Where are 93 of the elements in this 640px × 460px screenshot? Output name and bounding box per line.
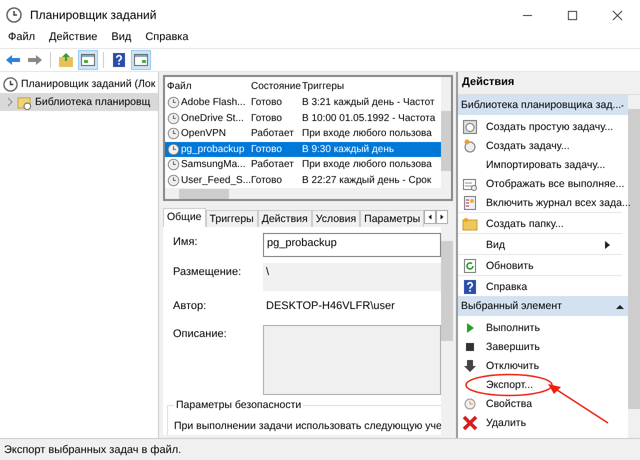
field-label: Имя: <box>172 235 198 250</box>
tab-scroll-left-icon[interactable] <box>424 210 436 224</box>
vertical-scrollbar[interactable] <box>628 95 640 438</box>
task-row[interactable]: SamsungMa... Работает При входе любого пользова <box>165 157 441 173</box>
task-name: Adobe Flash... <box>181 97 246 108</box>
vertical-scrollbar[interactable] <box>441 227 453 435</box>
task-row[interactable]: OpenVPN Работает При входе любого пользова <box>165 126 441 142</box>
task-status: Готово <box>250 112 283 124</box>
action-item[interactable]: Обновить <box>486 260 534 272</box>
task-status: Работает <box>250 159 295 170</box>
section-title: Библиотека планировщика зад... <box>461 99 622 111</box>
task-name: OpenVPN <box>181 128 226 140</box>
action-item[interactable]: Отображать все выполняе... <box>486 178 624 190</box>
column-header[interactable]: Состояние <box>249 80 300 92</box>
action-item[interactable]: Включить журнал всех зада... <box>486 196 631 208</box>
task-trigger: В 3:21 каждый день - Частот <box>301 97 436 108</box>
log-list-icon <box>462 194 478 210</box>
task-row[interactable]: User_Feed_S...Готово В 22:27 каждый день - Срок <box>165 172 441 188</box>
task-row[interactable]: Adobe Flash... Готово В 3:21 каждый день - Частот <box>165 95 441 111</box>
security-text: При выполнении задачи использовать следующую уче <box>174 420 441 432</box>
location-field: \ <box>263 263 441 291</box>
section-title: Выбранный элемент <box>461 300 562 312</box>
field-label: Размещение: <box>172 265 242 280</box>
task-name: User_Feed_S... <box>181 174 252 186</box>
author-value: DESKTOP-H46VLFR\user <box>265 299 396 314</box>
column-header[interactable]: Триггеры <box>300 80 441 92</box>
tree-item[interactable]: Библиотека планировщ <box>0 93 158 111</box>
panel-title: Действия <box>458 72 640 95</box>
action-item[interactable]: Создать папку... <box>486 218 564 230</box>
task-status: Работает <box>250 128 295 140</box>
tab[interactable]: Действия <box>258 210 312 227</box>
tree-label: Планировщик заданий (Лок <box>21 78 156 90</box>
column-header[interactable]: Файл <box>165 80 249 92</box>
description-field[interactable] <box>263 325 441 395</box>
tab-scroll-right-icon[interactable] <box>436 210 448 224</box>
section-header[interactable]: Библиотека планировщика зад... <box>458 95 628 115</box>
menu-item[interactable]: Справка <box>145 31 188 43</box>
tab[interactable]: Условия <box>312 210 360 227</box>
tree-item[interactable]: Планировщик заданий (Лок <box>0 75 158 93</box>
menu-item[interactable]: Файл <box>8 31 36 43</box>
task-name: SamsungMa... <box>181 159 246 170</box>
status-bar: Экспорт выбранных задач в файл. <box>0 438 640 460</box>
tab[interactable]: Триггеры <box>206 210 258 227</box>
folder-icon <box>462 216 478 232</box>
action-item[interactable]: Импортировать задачу... <box>486 158 606 170</box>
task-trigger: В 10:00 01.05.1992 - Частота <box>301 112 436 124</box>
action-item[interactable]: Завершить <box>486 340 540 352</box>
menu-item[interactable]: Действие <box>49 31 98 43</box>
task-status: Готово <box>250 144 283 155</box>
help-icon <box>462 278 478 294</box>
panel-icon[interactable] <box>132 51 150 69</box>
name-field[interactable]: pg_probackup <box>263 233 441 257</box>
task-row[interactable]: pg_probackup Готово В 9:30 каждый день <box>165 142 441 158</box>
action-item[interactable]: Создать простую задачу... <box>486 120 614 132</box>
action-item[interactable]: Удалить <box>486 416 526 428</box>
tab[interactable]: Общие <box>163 208 206 227</box>
task-status: Готово <box>250 97 283 108</box>
field-label: Автор: <box>172 299 208 314</box>
folder-clock-icon <box>17 94 32 110</box>
task-trigger: В 9:30 каждый день <box>301 144 396 155</box>
expand-chevron-icon[interactable] <box>6 97 14 107</box>
tab[interactable]: Параметры <box>360 210 424 227</box>
collapse-arrow-icon[interactable] <box>616 304 624 308</box>
down-arrow-icon <box>462 358 478 374</box>
vertical-scrollbar[interactable] <box>441 77 451 199</box>
action-item[interactable]: Свойства <box>486 398 532 410</box>
submenu-arrow-icon <box>605 240 610 248</box>
field-label: Описание: <box>172 327 228 342</box>
horizontal-scrollbar[interactable] <box>165 188 441 200</box>
window-title: Планировщик заданий <box>30 8 156 22</box>
tree-label: Библиотека планировщ <box>35 96 150 108</box>
folder-up-icon[interactable] <box>57 51 75 69</box>
task-name: pg_probackup <box>181 144 244 155</box>
task-trigger: При входе любого пользова <box>301 128 433 140</box>
panel-icon[interactable] <box>79 51 97 69</box>
action-item[interactable]: Справка <box>486 280 528 292</box>
section-header[interactable]: Выбранный элемент <box>458 296 628 316</box>
task-trigger: В 22:27 каждый день - Срок <box>301 174 432 186</box>
pointer-arrow <box>546 383 610 425</box>
task-row[interactable]: OneDrive St... Готово В 10:00 01.05.1992 - Частота <box>165 110 441 126</box>
task-name: OneDrive St... <box>181 112 244 124</box>
group-title: Параметры безопасности <box>174 399 304 411</box>
task-status: Готово <box>250 174 283 186</box>
action-item[interactable]: Создать задачу... <box>486 140 570 152</box>
refresh-icon <box>462 258 478 274</box>
delete-icon <box>462 414 478 430</box>
action-item[interactable]: Вид <box>486 238 505 250</box>
clock-document-icon <box>462 118 478 134</box>
help-icon[interactable] <box>110 51 128 69</box>
action-item[interactable]: Отключить <box>486 360 540 372</box>
menu-item[interactable]: Вид <box>111 31 132 43</box>
task-trigger: При входе любого пользова <box>301 159 433 170</box>
action-item[interactable]: Выполнить <box>486 322 540 334</box>
